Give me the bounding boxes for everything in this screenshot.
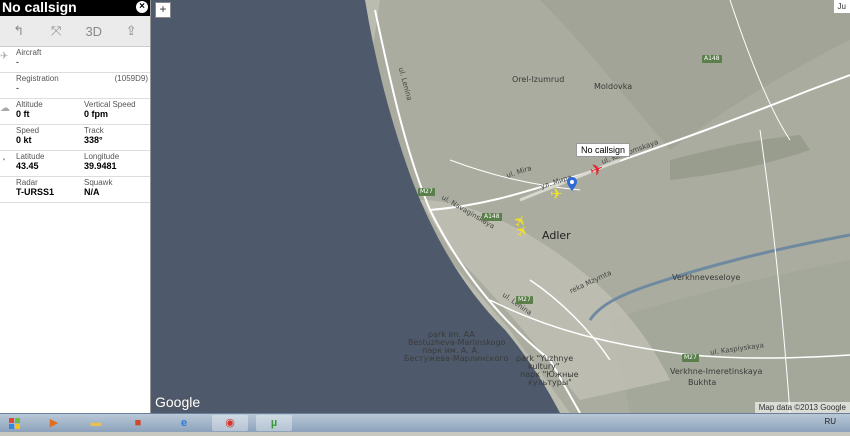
road-shield-a148: A148 (482, 213, 502, 221)
share-icon[interactable]: ⇪ (116, 23, 146, 39)
radar-icon: ◔ (0, 155, 7, 166)
road-shield-m27: M27 (418, 188, 435, 196)
place-orel-izumrud: Orel-Izumrud (512, 75, 565, 84)
latitude-label: Latitude (16, 152, 45, 161)
squawk-label: Squawk (84, 178, 113, 187)
utorrent-icon[interactable]: µ (256, 415, 292, 431)
longitude-label: Longitude (84, 152, 120, 161)
airplane-icon: ✈ (0, 51, 9, 62)
place-adler: Adler (542, 229, 571, 242)
vertical-speed-value: 0 fpm (84, 109, 109, 119)
folder-icon[interactable]: ▬ (78, 415, 114, 431)
chrome-icon[interactable]: ◉ (212, 415, 248, 431)
cloud-icon: ☁ (0, 103, 10, 114)
speed-row: Speed 0 kt Track 338° (0, 125, 150, 151)
road-shield-m27-east: M27 (682, 354, 699, 362)
windows-logo-icon (9, 418, 20, 429)
aircraft-row: ✈ Aircraft - (0, 47, 150, 73)
language-indicator[interactable]: RU (824, 417, 836, 426)
radar-row: Radar T-URSS1 Squawk N/A (0, 177, 150, 203)
route-icon[interactable]: ↰ (4, 23, 34, 39)
altitude-label: Altitude (16, 100, 43, 109)
road-shield-a148-north: A148 (702, 55, 722, 63)
radar-value: T-URSS1 (16, 187, 55, 197)
vertical-speed-label: Vertical Speed (84, 100, 136, 109)
aircraft-label: Aircraft (16, 48, 42, 57)
internet-explorer-icon[interactable]: e (166, 415, 202, 431)
place-kultury-ru: культуры" (528, 378, 572, 387)
altitude-row: ☁ Altitude 0 ft Vertical Speed 0 fpm (0, 99, 150, 125)
road-shield-m27-south: M27 (516, 296, 533, 304)
flight-info-panel: No callsign × ↰ ⤧ 3D ⇪ ✈ Aircraft - Regi… (0, 0, 151, 413)
place-verkhneveseloye: Verkhneveseloye (672, 273, 741, 282)
media-player-icon[interactable]: ▶ (36, 415, 72, 431)
registration-row: Registration (1059D9) - (0, 73, 150, 99)
flight-map[interactable]: + Ju Orel-Izumrud Moldovka Adler Verkhne… (150, 0, 850, 413)
place-bukhta: Bukhta (688, 378, 717, 387)
registration-code: (1059D9) (114, 74, 148, 83)
track-value: 338° (84, 135, 103, 145)
registration-value: - (16, 83, 19, 93)
latitude-value: 43.45 (16, 161, 39, 171)
panel-toolbar: ↰ ⤧ 3D ⇪ (0, 16, 150, 47)
panel-header: No callsign × (0, 0, 150, 16)
start-button[interactable] (0, 415, 30, 431)
flight-callout[interactable]: No callsign (576, 143, 631, 157)
radar-label: Radar (16, 178, 38, 187)
location-marker-icon[interactable] (567, 177, 577, 191)
aircraft-value: - (16, 57, 19, 67)
close-icon[interactable]: × (136, 1, 148, 13)
panel-title: No callsign (2, 0, 77, 15)
plane-icon[interactable]: ✈ (550, 185, 563, 203)
place-bestuzheva-ru: Бестужева-Марлинского (404, 354, 509, 363)
position-row: ◔ Latitude 43.45 Longitude 39.9481 (0, 151, 150, 177)
zoom-in-button[interactable]: + (155, 2, 171, 18)
place-moldovka: Moldovka (594, 82, 633, 91)
taskbar: ▶ ▬ ■ e ◉ µ RU (0, 413, 850, 432)
squawk-value: N/A (84, 187, 100, 197)
speed-value: 0 kt (16, 135, 32, 145)
google-logo: Google (155, 394, 201, 410)
registration-label: Registration (16, 74, 59, 83)
map-copyright[interactable]: Map data ©2013 Google (754, 402, 850, 413)
track-label: Track (84, 126, 104, 135)
place-verkhne-imeretinskaya: Verkhne-Imeretinskaya (670, 367, 763, 376)
view-3d-button[interactable]: 3D (79, 24, 109, 39)
altitude-value: 0 ft (16, 109, 30, 119)
powerpoint-icon[interactable]: ■ (120, 415, 156, 431)
fullscreen-icon[interactable]: ⤧ (41, 23, 71, 39)
longitude-value: 39.9481 (84, 161, 117, 171)
map-type-button[interactable]: Ju (833, 0, 850, 13)
speed-label: Speed (16, 126, 40, 135)
